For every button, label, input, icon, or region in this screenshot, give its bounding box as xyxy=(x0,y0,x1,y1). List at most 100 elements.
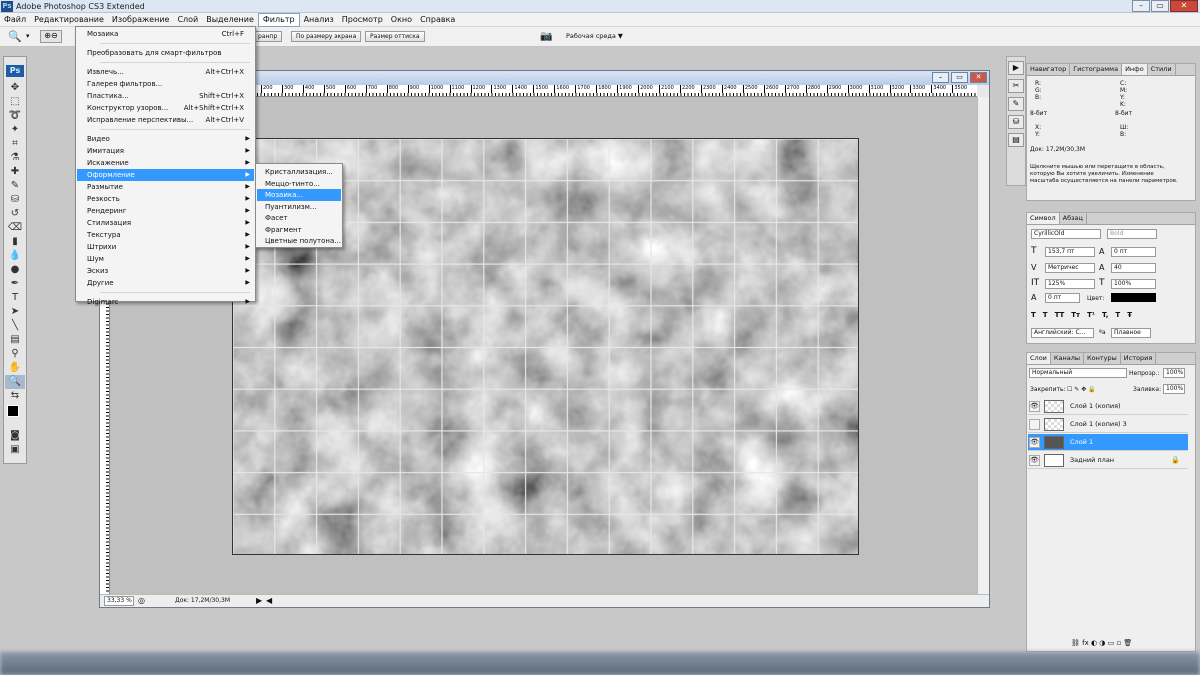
layers-footer-icons[interactable]: ⛓ fx ◐ ◑ ▭ ▫ 🗑 xyxy=(1071,640,1132,647)
filter-menu-item[interactable]: Конструктор узоров... Alt+Shift+Ctrl+X xyxy=(77,102,254,114)
filter-menu-item[interactable]: Галерея фильтров... xyxy=(77,78,254,90)
language-select[interactable]: Английский: С... xyxy=(1031,328,1094,338)
filter-menu-item[interactable]: Преобразовать для смарт-фильтров xyxy=(77,47,254,59)
eye-icon[interactable]: 👁 xyxy=(1029,437,1040,448)
type-tool-icon[interactable]: T xyxy=(5,291,25,305)
zoom-field[interactable]: 33,33 % xyxy=(104,596,134,606)
maximize-button[interactable]: ▭ xyxy=(1151,0,1169,12)
menu-item[interactable]: Анализ xyxy=(300,14,338,26)
brush-panel-icon[interactable]: ✎ xyxy=(1008,97,1024,111)
fill-field[interactable]: 100% xyxy=(1163,384,1185,394)
panel-tab[interactable]: Контуры xyxy=(1084,353,1121,364)
menu-item[interactable]: Редактирование xyxy=(30,14,108,26)
filter-menu-item[interactable]: Извлечь... Alt+Ctrl+X xyxy=(77,66,254,78)
panel-tab[interactable]: Символ xyxy=(1027,213,1060,224)
menu-item[interactable]: Справка xyxy=(416,14,459,26)
filter-menu-item[interactable]: Текстура ▶ xyxy=(77,229,254,241)
vertical-scale-field[interactable]: 125% xyxy=(1045,279,1095,289)
text-style-button[interactable]: T, xyxy=(1102,311,1108,319)
stamp-tool-icon[interactable]: ⛁ xyxy=(5,193,25,207)
filter-menu-item[interactable]: Пластика... Shift+Ctrl+X xyxy=(77,90,254,102)
line-tool-icon[interactable]: ╲ xyxy=(5,319,25,333)
menu-item[interactable]: Изображение xyxy=(108,14,174,26)
layer-row[interactable]: 👁 Слой 1 xyxy=(1028,434,1188,451)
status-menu-arrow-icon[interactable]: ▶ xyxy=(256,596,262,605)
filter-menu-item[interactable]: Шум ▶ xyxy=(77,253,254,265)
panel-tab[interactable]: Навигатор xyxy=(1027,64,1071,75)
menu-item[interactable]: Файл xyxy=(0,14,30,26)
horizontal-scale-field[interactable]: 100% xyxy=(1111,279,1156,289)
filter-menu-item[interactable]: Рендеринг ▶ xyxy=(77,205,254,217)
actual-pixels-button[interactable]: ранпр xyxy=(253,31,283,42)
filter-menu-item[interactable]: Имитация ▶ xyxy=(77,145,254,157)
filter-menu-item[interactable]: Резкость ▶ xyxy=(77,193,254,205)
doc-minimize-button[interactable]: – xyxy=(932,72,949,83)
default-colors-icon[interactable]: ⇆ xyxy=(5,389,25,403)
notes-tool-icon[interactable]: ▤ xyxy=(5,333,25,347)
font-size-field[interactable]: 153,7 пт xyxy=(1045,247,1095,257)
notes-panel-icon[interactable]: ▤ xyxy=(1008,133,1024,147)
text-style-button[interactable]: T xyxy=(1115,311,1120,319)
panel-tab[interactable]: Абзац xyxy=(1060,213,1087,224)
foreground-color-swatch[interactable] xyxy=(7,405,19,417)
camera-icon[interactable]: 📷 xyxy=(540,31,552,42)
stamp-panel-icon[interactable]: ⛁ xyxy=(1008,115,1024,129)
filter-menu-item[interactable]: Штрихи ▶ xyxy=(77,241,254,253)
hand-tool-icon[interactable]: ✋ xyxy=(5,361,25,375)
chevron-down-icon[interactable]: ▾ xyxy=(26,32,30,40)
brush-tool-icon[interactable]: ✎ xyxy=(5,179,25,193)
crop-tool-icon[interactable]: ⌗ xyxy=(5,137,25,151)
dodge-tool-icon[interactable]: ● xyxy=(5,263,25,277)
layer-row[interactable]: Слой 1 (копия) 3 xyxy=(1028,416,1188,433)
gradient-tool-icon[interactable]: ▮ xyxy=(5,235,25,249)
screen-mode-icon[interactable]: ▣ xyxy=(5,443,25,457)
zoom-in-out-icon[interactable]: ⊕⊖ xyxy=(40,30,62,43)
menu-item[interactable]: Фильтр xyxy=(257,12,300,27)
tools-icon[interactable]: ✂ xyxy=(1008,79,1024,93)
print-size-button[interactable]: Размер оттиска xyxy=(365,31,425,42)
submenu-item[interactable]: Меццо-тинто... xyxy=(257,178,341,190)
layer-row[interactable]: 👁 Слой 1 (копия) xyxy=(1028,398,1188,415)
quick-mask-icon[interactable]: ◙ xyxy=(5,429,25,443)
text-style-button[interactable]: Tт xyxy=(1071,311,1080,319)
zoom-icon[interactable]: ◎ xyxy=(138,596,145,605)
filter-menu-item[interactable]: Digimarc ▶ xyxy=(77,296,254,308)
pen-tool-icon[interactable]: ✒ xyxy=(5,277,25,291)
text-style-button[interactable]: T¹ xyxy=(1087,311,1095,319)
play-icon[interactable]: ▶ xyxy=(1008,61,1024,75)
filter-menu-item[interactable]: Мозаика Ctrl+F xyxy=(77,28,254,40)
submenu-item[interactable]: Пуантилизм... xyxy=(257,201,341,213)
magic-wand-icon[interactable]: ✦ xyxy=(5,123,25,137)
panel-tab[interactable]: Инфо xyxy=(1122,64,1148,75)
filter-menu-item[interactable]: Размытие ▶ xyxy=(77,181,254,193)
doc-close-button[interactable]: ✕ xyxy=(970,72,987,83)
path-select-icon[interactable]: ➤ xyxy=(5,305,25,319)
filter-menu-item[interactable]: Другие ▶ xyxy=(77,277,254,289)
eye-icon[interactable]: 👁 xyxy=(1029,455,1040,466)
lock-icons[interactable]: ☐ ✎ ✥ 🔒 xyxy=(1067,386,1096,393)
text-style-button[interactable]: TT xyxy=(1055,311,1065,319)
submenu-item[interactable]: Кристаллизация... xyxy=(257,166,341,178)
kerning-field[interactable]: Метричес xyxy=(1045,263,1095,273)
filter-menu-item[interactable]: Стилизация ▶ xyxy=(77,217,254,229)
menu-item[interactable]: Окно xyxy=(387,14,416,26)
antialias-select[interactable]: Плавное xyxy=(1111,328,1151,338)
font-style-select[interactable]: Bold xyxy=(1107,229,1157,239)
eraser-tool-icon[interactable]: ⌫ xyxy=(5,221,25,235)
zoom-tool-icon[interactable]: 🔍 xyxy=(8,30,22,43)
submenu-item[interactable]: Мозаика... xyxy=(257,189,341,201)
filter-menu-item[interactable]: Искажение ▶ xyxy=(77,157,254,169)
doc-maximize-button[interactable]: ▭ xyxy=(951,72,968,83)
menu-item[interactable]: Выделение xyxy=(202,14,258,26)
leading-field[interactable]: 0 пт xyxy=(1111,247,1156,257)
marquee-tool-icon[interactable]: ⬚ xyxy=(5,95,25,109)
panel-tab[interactable]: История xyxy=(1121,353,1157,364)
menu-item[interactable]: Слой xyxy=(173,14,202,26)
workspace-dropdown[interactable]: Рабочая среда ▼ xyxy=(566,32,623,40)
panel-tab[interactable]: Гистограмма xyxy=(1070,64,1123,75)
filter-menu-item[interactable]: Эскиз ▶ xyxy=(77,265,254,277)
blur-tool-icon[interactable]: 💧 xyxy=(5,249,25,263)
text-style-button[interactable]: Ŧ xyxy=(1127,311,1132,319)
baseline-field[interactable]: 0 пт xyxy=(1045,293,1080,303)
scroll-left-icon[interactable]: ◀ xyxy=(266,596,272,605)
